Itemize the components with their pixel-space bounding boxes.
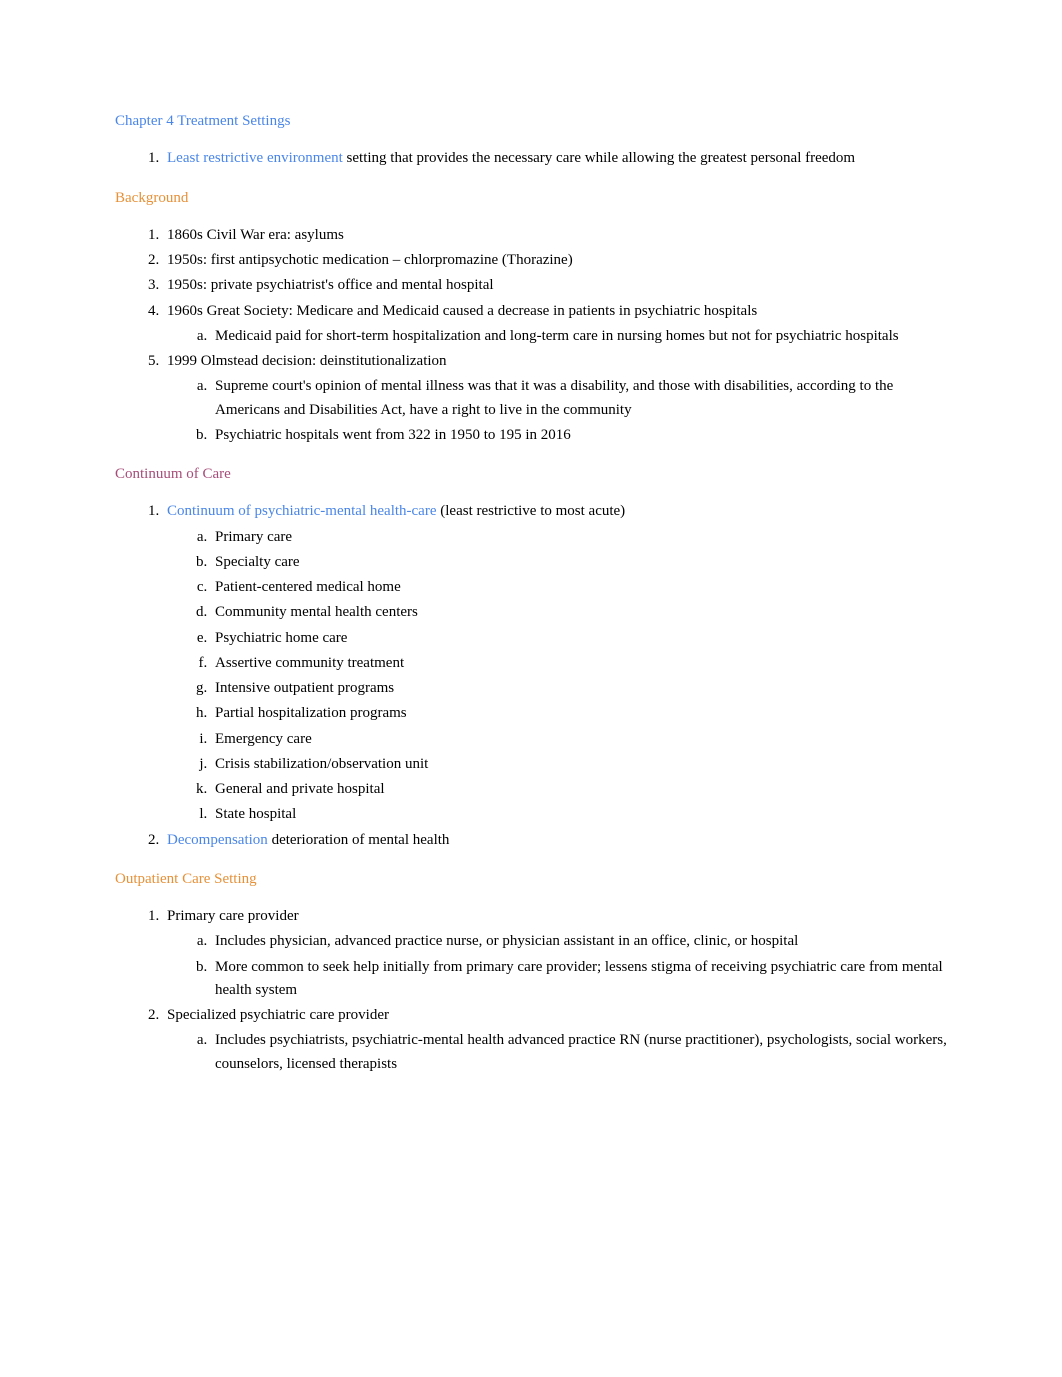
bg-item-3: 1950s: private psychiatrist's office and…	[163, 274, 947, 297]
cont-item-1-term: Continuum of psychiatric-mental health-c…	[167, 503, 440, 519]
out-item-2-text: Specialized psychiatric care provider	[167, 1007, 389, 1023]
chapter-title: Chapter 4 Treatment Settings	[115, 110, 947, 133]
background-heading: Background	[115, 187, 947, 210]
cont-1a: Primary care	[211, 526, 947, 549]
cont-item-2: Decompensation deterioration of mental h…	[163, 829, 947, 852]
cont-1h: Partial hospitalization programs	[211, 702, 947, 725]
bg-item-1: 1860s Civil War era: asylums	[163, 224, 947, 247]
cont-1d: Community mental health centers	[211, 601, 947, 624]
out-2a: Includes psychiatrists, psychiatric-ment…	[211, 1029, 947, 1076]
cont-item-1-def: (least restrictive to most acute)	[440, 503, 625, 519]
out-1a: Includes physician, advanced practice nu…	[211, 930, 947, 953]
bg-item-4a: Medicaid paid for short-term hospitaliza…	[211, 325, 947, 348]
cont-1g: Intensive outpatient programs	[211, 677, 947, 700]
cont-item-2-term: Decompensation	[167, 832, 272, 848]
out-1b: More common to seek help initially from …	[211, 956, 947, 1003]
cont-1c: Patient-centered medical home	[211, 576, 947, 599]
bg-item-5a: Supreme court's opinion of mental illnes…	[211, 375, 947, 422]
cont-1j: Crisis stabilization/observation unit	[211, 753, 947, 776]
bg-item-4: 1960s Great Society: Medicare and Medica…	[163, 300, 947, 349]
cont-1f: Assertive community treatment	[211, 652, 947, 675]
cont-1l: State hospital	[211, 803, 947, 826]
cont-1b: Specialty care	[211, 551, 947, 574]
intro-term: Least restrictive environment	[167, 150, 347, 166]
out-item-1-text: Primary care provider	[167, 908, 299, 924]
cont-1k: General and private hospital	[211, 778, 947, 801]
bg-item-5b: Psychiatric hospitals went from 322 in 1…	[211, 424, 947, 447]
out-item-2: Specialized psychiatric care provider In…	[163, 1004, 947, 1076]
outpatient-heading: Outpatient Care Setting	[115, 868, 947, 891]
cont-1e: Psychiatric home care	[211, 627, 947, 650]
intro-def: setting that provides the necessary care…	[347, 150, 856, 166]
bg-item-2: 1950s: first antipsychotic medication – …	[163, 249, 947, 272]
out-item-1: Primary care provider Includes physician…	[163, 905, 947, 1002]
intro-item: Least restrictive environment setting th…	[163, 147, 947, 170]
cont-item-1: Continuum of psychiatric-mental health-c…	[163, 500, 947, 826]
bg-item-4-text: 1960s Great Society: Medicare and Medica…	[167, 303, 757, 319]
cont-item-2-def: deterioration of mental health	[272, 832, 450, 848]
bg-item-5-text: 1999 Olmstead decision: deinstitutionali…	[167, 353, 447, 369]
continuum-heading: Continuum of Care	[115, 463, 947, 486]
bg-item-5: 1999 Olmstead decision: deinstitutionali…	[163, 350, 947, 447]
cont-1i: Emergency care	[211, 728, 947, 751]
